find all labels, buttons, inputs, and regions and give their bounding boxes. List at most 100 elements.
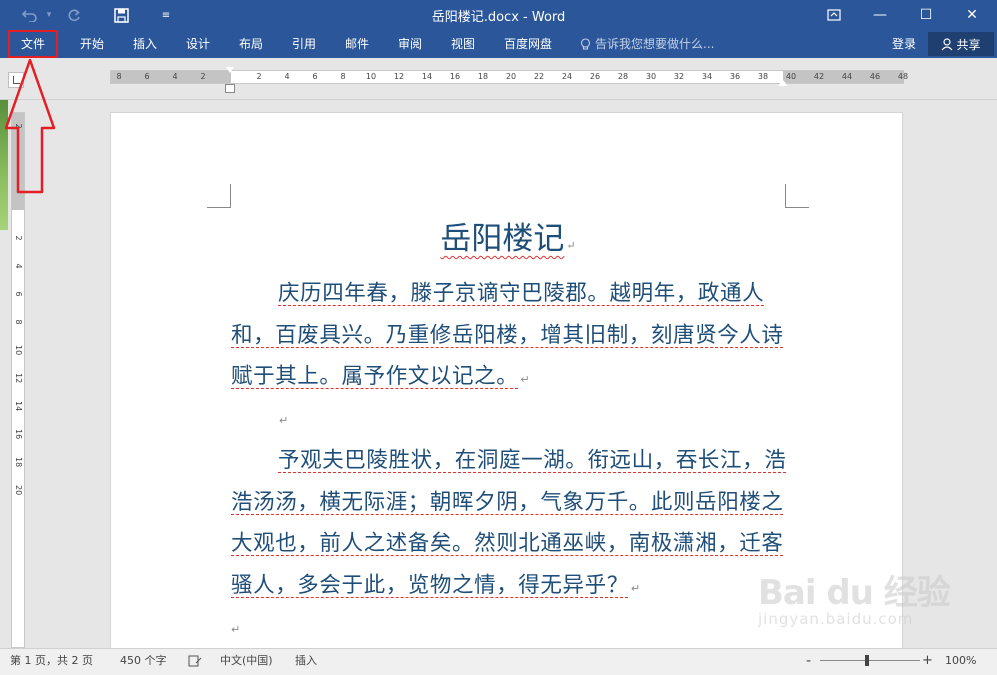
ruler-tick-label: 24	[561, 72, 573, 81]
crop-mark-top-left	[207, 184, 231, 208]
undo-dropdown-icon[interactable]: ▾	[44, 4, 54, 26]
zoom-slider-thumb[interactable]	[865, 655, 869, 666]
ruler-tick-label: 32	[673, 72, 685, 81]
ruler-tick-label: 4	[284, 72, 290, 81]
status-bar: 第 1 页，共 2 页 450 个字 中文(中国) 插入 - + 100%	[0, 648, 997, 675]
title-bar: ▾ ≡ 岳阳楼记.docx - Word — ☐ ✕	[0, 0, 997, 30]
ruler-tick-label: 14	[421, 72, 433, 81]
tab-insert[interactable]: 插入	[125, 30, 165, 58]
share-button[interactable]: 共享	[928, 32, 994, 56]
annotation-arrow-up-icon	[4, 58, 56, 194]
vertical-ruler-tick-label: 20	[14, 485, 23, 496]
vertical-ruler-tick-label: 16	[14, 429, 23, 440]
left-indent-marker[interactable]	[225, 84, 235, 93]
paragraph-1: 庆历四年春，滕子京谪守巴陵郡。越明年，政通人和，百废具兴。乃重修岳阳楼，增其旧制…	[231, 273, 787, 401]
tab-references[interactable]: 引用	[284, 30, 324, 58]
undo-icon	[22, 10, 37, 22]
first-line-indent-marker[interactable]	[226, 67, 234, 73]
minimize-button[interactable]: —	[857, 0, 903, 30]
title-text: 岳阳楼记	[440, 221, 565, 257]
tab-view[interactable]: 视图	[443, 30, 483, 58]
ruler-tick-label: 28	[617, 72, 629, 81]
tab-design[interactable]: 设计	[178, 30, 218, 58]
vertical-ruler-tick-label: 10	[14, 345, 23, 356]
lightbulb-icon	[580, 37, 591, 50]
ribbon-tabs: 文件 开始 插入 设计 布局 引用 邮件 审阅 视图 百度网盘 告诉我您想要做什…	[0, 30, 997, 58]
sign-in-link[interactable]: 登录	[892, 30, 916, 58]
ruler-area: 8 6 4 2 2 4 6 8 10 12 14 16 18 20 22 24 26 28 30 32 34 36 38 40…	[0, 58, 997, 100]
zoom-level[interactable]: 100%	[945, 649, 976, 675]
ruler-tick-label: 2	[200, 72, 206, 81]
paragraph-mark: ↵	[630, 581, 641, 595]
language-status[interactable]: 中文(中国)	[220, 649, 273, 675]
ruler-tick-label: 10	[365, 72, 377, 81]
document-title: 岳阳楼记 ↵	[231, 217, 785, 268]
ruler-tick-label: 16	[449, 72, 461, 81]
undo-button[interactable]	[16, 4, 44, 26]
paragraph-mark: ↵	[566, 239, 576, 252]
close-button[interactable]: ✕	[949, 0, 995, 30]
vertical-ruler-tick-label: 8	[14, 319, 23, 325]
document-workspace: 422468101214161820 岳阳楼记↵ 庆历四年春，滕子京谪守巴陵郡。…	[0, 100, 997, 648]
vertical-ruler-tick-label: 4	[14, 263, 23, 269]
vertical-ruler-tick-label: 12	[14, 373, 23, 384]
page-count[interactable]: 第 1 页，共 2 页	[10, 649, 93, 675]
insert-mode-status[interactable]: 插入	[295, 649, 317, 675]
zoom-in-button[interactable]: +	[922, 649, 933, 675]
ruler-tick-label: 48	[897, 72, 909, 81]
share-label: 共享	[956, 37, 981, 52]
minimize-icon: —	[873, 7, 887, 23]
ruler-tick-label: 20	[505, 72, 517, 81]
tab-home[interactable]: 开始	[72, 30, 112, 58]
tab-file[interactable]: 文件	[8, 30, 58, 58]
tell-me-box[interactable]: 告诉我您想要做什么...	[580, 30, 714, 58]
save-button[interactable]	[108, 4, 134, 26]
person-icon	[942, 37, 953, 50]
watermark-url: jingyan.baidu.com	[758, 610, 914, 628]
vertical-ruler-tick-label: 18	[14, 457, 23, 468]
right-indent-marker[interactable]	[778, 80, 788, 86]
ruler-tick-label: 8	[340, 72, 346, 81]
customize-quick-access-button[interactable]: ≡	[156, 4, 176, 26]
vertical-ruler-tick-label: 2	[14, 235, 23, 241]
close-icon: ✕	[966, 7, 978, 23]
watermark-logo: Bai du 经验	[758, 573, 951, 613]
zoom-out-button[interactable]: -	[806, 649, 811, 675]
ruler-tick-label: 42	[813, 72, 825, 81]
tell-me-text: 告诉我您想要做什么...	[595, 37, 715, 51]
tab-baidu-netdisk[interactable]: 百度网盘	[498, 30, 558, 58]
zoom-slider-track[interactable]	[820, 660, 920, 661]
redo-button[interactable]	[62, 4, 86, 26]
paragraph-2-text: 予观夫巴陵胜状，在洞庭一湖。衔远山，吞长江，浩浩汤汤，横无际涯；朝晖夕阴，气象万…	[231, 448, 787, 598]
tab-layout[interactable]: 布局	[231, 30, 271, 58]
ruler-tick-label: 46	[869, 72, 881, 81]
ruler-tick-label: 38	[757, 72, 769, 81]
proofing-icon[interactable]	[188, 649, 202, 675]
paragraph-1-text: 庆历四年春，滕子京谪守巴陵郡。越明年，政通人和，百废具兴。乃重修岳阳楼，增其旧制…	[231, 281, 784, 389]
ruler-tick-label: 26	[589, 72, 601, 81]
ruler-tick-label: 36	[729, 72, 741, 81]
maximize-button[interactable]: ☐	[903, 0, 949, 30]
redo-icon	[68, 9, 80, 22]
ribbon-display-icon	[827, 9, 841, 21]
ruler-tick-label: 12	[393, 72, 405, 81]
tab-review[interactable]: 审阅	[390, 30, 430, 58]
ribbon-display-options-button[interactable]	[811, 0, 857, 30]
word-count[interactable]: 450 个字	[120, 649, 167, 675]
empty-paragraph-mark: ↵	[279, 414, 289, 427]
vertical-ruler-tick-label: 6	[14, 291, 23, 297]
save-icon	[113, 7, 129, 23]
baidu-jingyan-watermark: Bai du 经验 jingyan.baidu.com	[758, 565, 988, 645]
paragraph-2: 予观夫巴陵胜状，在洞庭一湖。衔远山，吞长江，浩浩汤汤，横无际涯；朝晖夕阴，气象万…	[231, 440, 787, 609]
maximize-icon: ☐	[919, 7, 933, 23]
paragraph-mark: ↵	[520, 373, 530, 386]
chevron-down-icon: ≡	[161, 9, 171, 21]
crop-mark-top-right	[785, 184, 809, 208]
vertical-ruler-tick-label: 14	[14, 401, 23, 412]
tab-mailings[interactable]: 邮件	[337, 30, 377, 58]
ruler-tick-label: 4	[172, 72, 178, 81]
ruler-tick-label: 34	[701, 72, 713, 81]
ruler-tick-label: 30	[645, 72, 657, 81]
ruler-tick-label: 6	[312, 72, 318, 81]
empty-paragraph-mark: ↵	[231, 623, 241, 636]
